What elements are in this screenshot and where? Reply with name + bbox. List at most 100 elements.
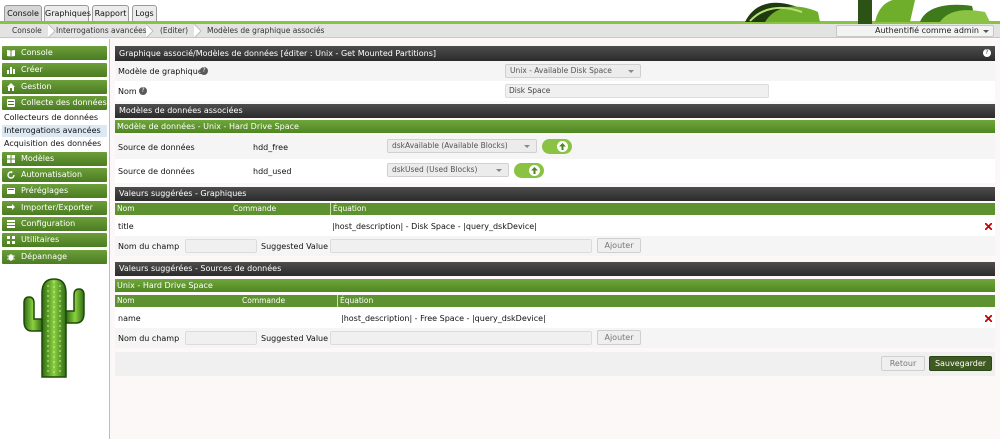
delete-icon[interactable] [985, 315, 992, 322]
suggested-equation: |host_description| - Disk Space - |query… [332, 222, 537, 231]
toggle-knob [529, 165, 540, 176]
associated-data-templates-header: Modèles de données associées [115, 104, 995, 118]
add-suggestion-row: Nom du champ Suggested Value Ajouter [115, 328, 995, 348]
sidebar-item-label: Importer/Exporter [21, 203, 93, 212]
presets-icon [7, 188, 15, 194]
suggested-value-input[interactable] [330, 331, 592, 345]
suggested-name: title [118, 222, 134, 231]
tab-graphiques[interactable]: Graphiques [44, 5, 91, 22]
tab-rapport[interactable]: Rapport [92, 5, 129, 22]
data-source-toggle[interactable] [514, 163, 544, 178]
home-icon [7, 83, 15, 91]
table-row: name |host_description| - Free Space - |… [115, 307, 995, 328]
sidebar-item-depannage[interactable]: Dépannage [2, 250, 107, 264]
sidebar-item-import-export[interactable]: Importer/Exporter [2, 201, 107, 215]
breadcrumb-item-current: Modèles de graphique associés [207, 26, 325, 35]
auth-text: Authentifié comme admin [874, 26, 979, 35]
sidebar-subitem-acquisition[interactable]: Acquisition des données [2, 138, 107, 150]
data-source-select[interactable]: dskUsed (Used Blocks) [387, 163, 509, 177]
arrow-up-icon [531, 167, 538, 174]
book-icon [7, 50, 15, 57]
sidebar-item-modeles[interactable]: Modèles [2, 152, 107, 166]
chevron-down-icon [983, 30, 989, 33]
suggested-value-input[interactable] [330, 239, 592, 253]
tab-logs[interactable]: Logs [132, 5, 157, 22]
sidebar-item-label: Console [21, 48, 53, 57]
sidebar-item-label: Modèles [21, 154, 55, 163]
cacti-logo [740, 0, 1000, 24]
tab-console[interactable]: Console [4, 5, 42, 22]
column-equation: Équation [337, 295, 373, 307]
column-commande: Commande [233, 204, 277, 213]
sidebar-item-gestion[interactable]: Gestion [2, 80, 107, 94]
column-nom: Nom [117, 296, 135, 305]
sidebar-item-console[interactable]: Console [2, 46, 107, 60]
graph-template-row: Modèle de graphique ? Unix - Available D… [115, 61, 995, 81]
data-source-select[interactable]: dskAvailable (Available Blocks) [387, 139, 537, 153]
section-title: Graphique associé/Modèles de données [éd… [119, 49, 436, 58]
data-source-value: dskAvailable (Available Blocks) [392, 141, 508, 150]
sidebar-item-preglages[interactable]: Préréglages [2, 184, 107, 198]
add-suggestion-row: Nom du champ Suggested Value Ajouter [115, 236, 995, 256]
breadcrumb-item-console[interactable]: Console [2, 24, 42, 38]
name-row: Nom ? Disk Space [115, 81, 995, 101]
help-icon[interactable]: ? [983, 49, 991, 57]
name-input[interactable]: Disk Space [505, 84, 769, 98]
sidebar-subitem-interrogations[interactable]: Interrogations avancées [2, 125, 107, 137]
template-icon [7, 155, 15, 163]
delete-icon[interactable] [985, 223, 992, 230]
help-icon[interactable]: ? [200, 67, 208, 75]
graph-template-value: Unix - Available Disk Space [510, 66, 612, 75]
data-source-name: hdd_free [253, 143, 288, 152]
refresh-icon [7, 171, 15, 179]
back-button[interactable]: Retour [881, 356, 925, 371]
import-export-icon [7, 204, 15, 210]
sidebar-item-creer[interactable]: Créer [2, 63, 107, 77]
breadcrumb-item-queries[interactable]: Interrogations avancées [46, 24, 147, 38]
suggested-values-datasources-header: Valeurs suggérées - Sources de données [115, 262, 995, 276]
add-button[interactable]: Ajouter [597, 330, 641, 345]
data-source-row: Source de données hdd_used dskUsed (Used… [115, 159, 995, 183]
top-tab-bar: Console Graphiques Rapport Logs [0, 0, 1000, 24]
data-source-label: Source de données [118, 167, 195, 176]
column-commande: Commande [242, 296, 286, 305]
data-template-subheader: Modèle de données - Unix - Hard Drive Sp… [115, 120, 995, 133]
sidebar-item-label: Créer [21, 65, 43, 74]
table-row: title |host_description| - Disk Space - … [115, 215, 995, 236]
form-actions: Retour Sauvegarder [115, 352, 995, 376]
sidebar-item-label: Dépannage [21, 252, 68, 261]
graph-template-select[interactable]: Unix - Available Disk Space [505, 64, 641, 78]
help-icon[interactable]: ? [139, 87, 147, 95]
bug-icon [7, 254, 15, 261]
sidebar-item-label: Automatisation [21, 170, 83, 179]
sidebar-item-utilitaires[interactable]: Utilitaires [2, 233, 107, 247]
field-name-input[interactable] [185, 239, 257, 253]
field-name-input[interactable] [185, 331, 257, 345]
sidebar-item-configuration[interactable]: Configuration [2, 217, 107, 231]
sidebar: Console Créer Gestion Collecte des donné… [0, 39, 110, 439]
add-button[interactable]: Ajouter [597, 238, 641, 253]
auth-status[interactable]: Authentifié comme admin [836, 25, 994, 37]
sidebar-item-automatisation[interactable]: Automatisation [2, 168, 107, 182]
config-icon [7, 220, 15, 228]
sidebar-item-collecte[interactable]: Collecte des données [2, 96, 107, 110]
toggle-knob [557, 141, 568, 152]
sidebar-subitem-collecteurs[interactable]: Collecteurs de données [2, 112, 107, 124]
chart-icon [7, 67, 15, 74]
breadcrumb-item-edit[interactable]: (Editer) [150, 24, 188, 38]
datasource-subheader: Unix - Hard Drive Space [115, 279, 995, 292]
suggested-value-label: Suggested Value [261, 334, 329, 343]
app-window: Console Graphiques Rapport Logs Console … [0, 0, 1000, 439]
utilities-icon [7, 236, 15, 244]
table-column-header: Nom Commande Équation [115, 295, 995, 307]
data-source-label: Source de données [118, 143, 195, 152]
column-nom: Nom [117, 204, 135, 213]
field-name-label: Nom du champ [118, 242, 180, 251]
save-button[interactable]: Sauvegarder [929, 356, 992, 371]
data-source-value: dskUsed (Used Blocks) [392, 165, 478, 174]
cactus-mascot-icon [23, 278, 85, 378]
data-source-toggle[interactable] [542, 139, 572, 154]
arrow-up-icon [559, 143, 566, 150]
chevron-down-icon [524, 145, 530, 148]
suggested-name: name [118, 314, 141, 323]
